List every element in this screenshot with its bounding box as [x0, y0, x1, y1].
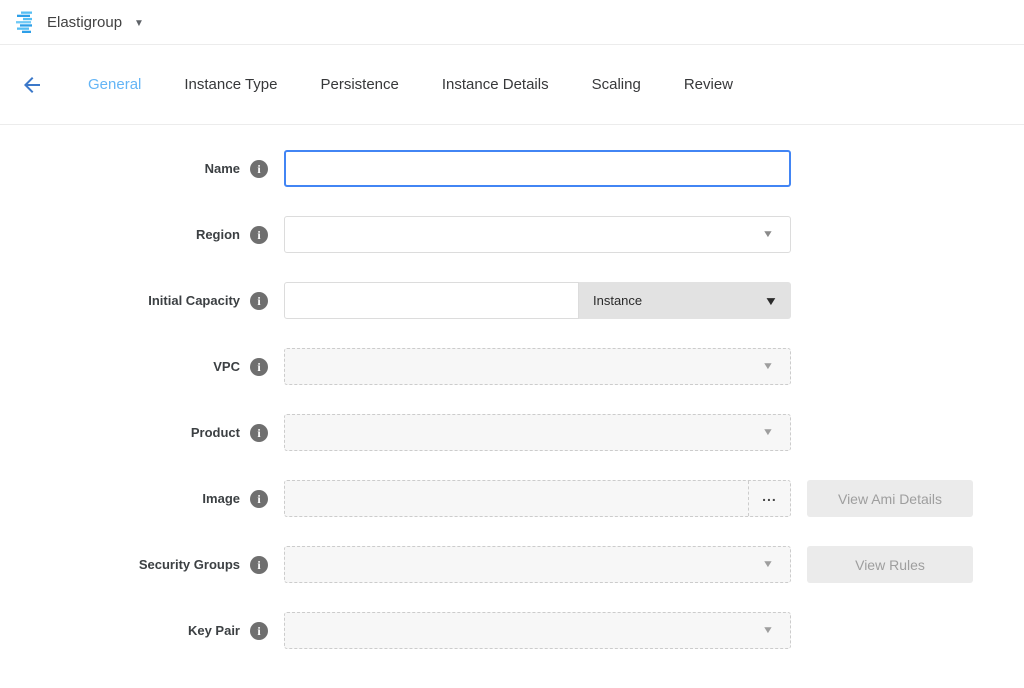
- dropdown-caret-icon: ▼: [764, 295, 779, 307]
- form-row-security-groups: Security Groups i ▼ View Rules: [0, 546, 1024, 583]
- initial-capacity-info-icon[interactable]: i: [250, 292, 268, 310]
- vpc-select: ▼: [284, 348, 791, 385]
- elastigroup-menu[interactable]: Elastigroup ▼: [14, 10, 144, 34]
- security-groups-select: ▼: [284, 546, 791, 583]
- dropdown-caret-icon: ▼: [762, 626, 774, 636]
- key-pair-select: ▼: [284, 612, 791, 649]
- form-row-region: Region i ▼: [0, 216, 1024, 253]
- dropdown-caret-icon: ▼: [762, 428, 774, 438]
- tab-persistence[interactable]: Persistence: [321, 76, 399, 93]
- product-select: ▼: [284, 414, 791, 451]
- dropdown-caret-icon: ▼: [762, 560, 774, 570]
- tab-general[interactable]: General: [88, 76, 141, 93]
- tab-scaling[interactable]: Scaling: [592, 76, 641, 93]
- name-label: Name: [205, 161, 240, 176]
- form-row-image: Image i ... View Ami Details: [0, 480, 1024, 517]
- capacity-unit-select[interactable]: Instance ▼: [579, 282, 791, 319]
- name-info-icon[interactable]: i: [250, 160, 268, 178]
- dropdown-caret-icon: ▼: [762, 230, 774, 240]
- image-value: [285, 481, 748, 516]
- key-pair-info-icon[interactable]: i: [250, 622, 268, 640]
- back-button[interactable]: [20, 73, 44, 97]
- initial-capacity-input[interactable]: [284, 282, 579, 319]
- top-header: Elastigroup ▼: [0, 0, 1024, 45]
- region-select[interactable]: ▼: [284, 216, 791, 253]
- dropdown-caret-icon: ▼: [762, 362, 774, 372]
- vpc-info-icon[interactable]: i: [250, 358, 268, 376]
- app-title: Elastigroup: [47, 14, 122, 31]
- product-label: Product: [191, 425, 240, 440]
- region-info-icon[interactable]: i: [250, 226, 268, 244]
- view-ami-details-button[interactable]: View Ami Details: [807, 480, 973, 517]
- security-groups-info-icon[interactable]: i: [250, 556, 268, 574]
- elastigroup-logo-icon: [14, 10, 38, 34]
- chevron-down-icon: ▼: [134, 16, 144, 29]
- form-row-name: Name i: [0, 150, 1024, 187]
- image-input: ...: [284, 480, 791, 517]
- arrow-back-icon: [20, 73, 44, 97]
- initial-capacity-label: Initial Capacity: [148, 293, 240, 308]
- product-info-icon[interactable]: i: [250, 424, 268, 442]
- name-input[interactable]: [284, 150, 791, 187]
- wizard-tab-bar: General Instance Type Persistence Instan…: [0, 45, 1024, 125]
- form-row-product: Product i ▼: [0, 414, 1024, 451]
- form-row-vpc: VPC i ▼: [0, 348, 1024, 385]
- region-label: Region: [196, 227, 240, 242]
- tab-instance-type[interactable]: Instance Type: [184, 76, 277, 93]
- form-row-key-pair: Key Pair i ▼: [0, 612, 1024, 649]
- view-rules-button[interactable]: View Rules: [807, 546, 973, 583]
- tab-instance-details[interactable]: Instance Details: [442, 76, 549, 93]
- image-browse-button[interactable]: ...: [748, 481, 790, 516]
- key-pair-label: Key Pair: [188, 623, 240, 638]
- capacity-unit-value: Instance: [593, 293, 642, 308]
- image-label: Image: [202, 491, 240, 506]
- image-info-icon[interactable]: i: [250, 490, 268, 508]
- form-row-initial-capacity: Initial Capacity i Instance ▼: [0, 282, 1024, 319]
- security-groups-label: Security Groups: [139, 557, 240, 572]
- tabs: General Instance Type Persistence Instan…: [88, 76, 733, 93]
- tab-review[interactable]: Review: [684, 76, 733, 93]
- general-form: Name i Region i ▼ Initial Capacity i Ins…: [0, 125, 1024, 649]
- vpc-label: VPC: [213, 359, 240, 374]
